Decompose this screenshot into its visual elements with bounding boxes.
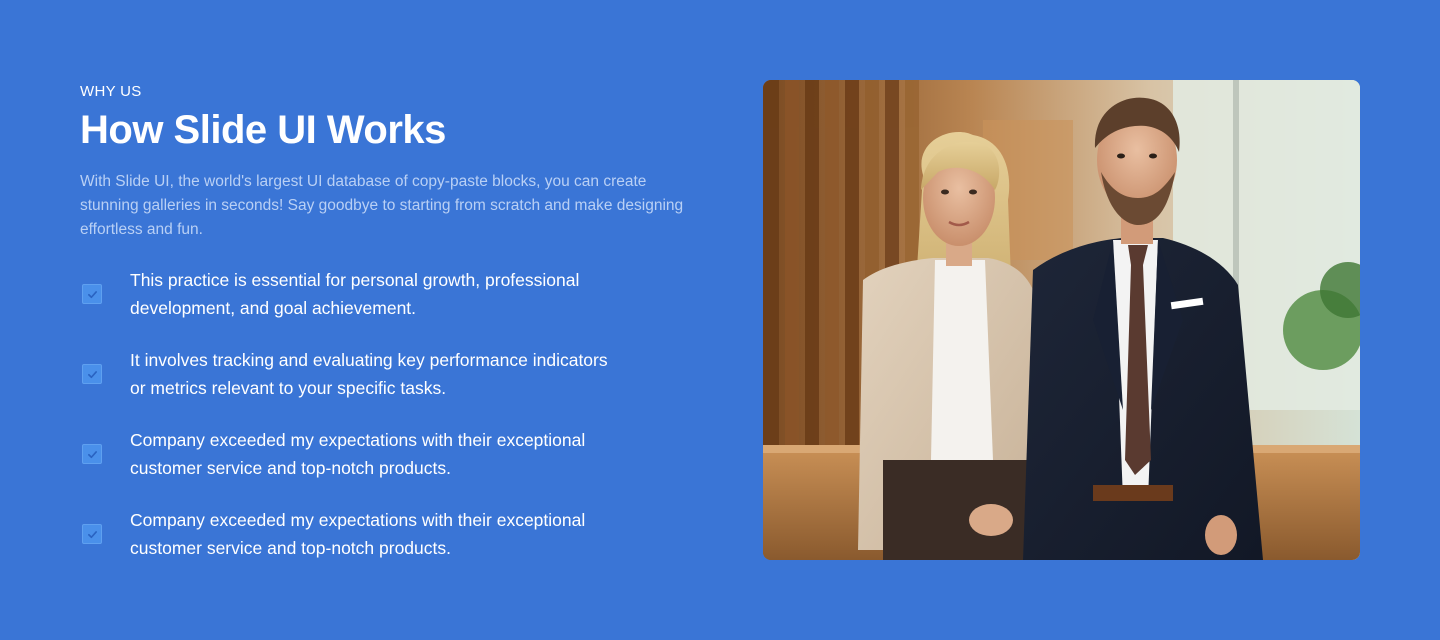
section-title: How Slide UI Works xyxy=(80,108,446,152)
checkbox-check-icon xyxy=(82,444,102,464)
section-eyebrow: WHY US xyxy=(80,83,142,100)
feature-item: It involves tracking and evaluating key … xyxy=(80,346,700,402)
checkbox-check-icon xyxy=(82,284,102,304)
checkbox-check-icon xyxy=(82,364,102,384)
photo-illustration xyxy=(763,80,1360,560)
feature-text: It involves tracking and evaluating key … xyxy=(130,350,608,398)
feature-text: Company exceeded my expectations with th… xyxy=(130,430,586,478)
content-column: WHY US How Slide UI Works With Slide UI,… xyxy=(80,82,700,586)
section-description: With Slide UI, the world's largest UI da… xyxy=(80,173,684,238)
feature-list: This practice is essential for personal … xyxy=(80,266,700,562)
feature-item: Company exceeded my expectations with th… xyxy=(80,426,700,482)
why-us-section: WHY US How Slide UI Works With Slide UI,… xyxy=(0,0,1440,640)
checkbox-check-icon xyxy=(82,524,102,544)
feature-text: Company exceeded my expectations with th… xyxy=(130,510,586,558)
feature-item: Company exceeded my expectations with th… xyxy=(80,506,700,562)
feature-text: This practice is essential for personal … xyxy=(130,270,580,318)
business-people-photo xyxy=(763,80,1360,560)
feature-item: This practice is essential for personal … xyxy=(80,266,700,322)
